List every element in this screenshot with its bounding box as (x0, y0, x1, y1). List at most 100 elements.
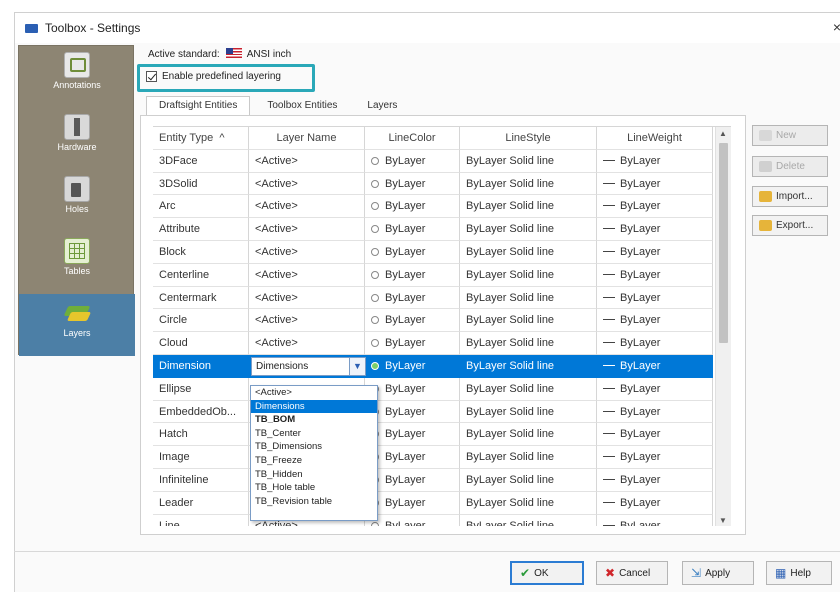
entity-type-cell[interactable]: Dimension (153, 355, 249, 378)
layer-name-combobox[interactable]: Dimensions ▼ (251, 357, 366, 376)
nav-item-layers[interactable]: Layers (19, 294, 135, 356)
line-style-cell[interactable]: ByLayer Solid line (460, 286, 597, 310)
layer-name-cell[interactable]: <Active> (249, 149, 365, 173)
line-weight-cell[interactable]: ByLayer (597, 469, 713, 492)
line-weight-cell[interactable]: ByLayer (597, 377, 713, 401)
table-row[interactable]: EmbeddedOb... ByLayer ByLayer Solid line By… (153, 400, 713, 424)
column-header-line-style[interactable]: LineStyle (460, 127, 597, 150)
table-row[interactable]: Centermark <Active> ByLayer ByLayer Solid l… (153, 286, 713, 310)
entity-type-cell[interactable]: Circle (153, 309, 249, 333)
line-weight-cell[interactable]: ByLayer (597, 263, 713, 287)
table-row[interactable]: Arc <Active> ByLayer ByLayer Solid line ByLa… (153, 195, 713, 219)
delete-button[interactable]: Delete (752, 156, 828, 177)
line-weight-cell[interactable]: ByLayer (597, 423, 713, 447)
line-color-cell[interactable]: ByLayer (365, 514, 460, 526)
line-color-cell[interactable]: ByLayer (365, 172, 460, 196)
nav-item-annotations[interactable]: Annotations (19, 46, 135, 108)
line-weight-cell[interactable]: ByLayer (597, 241, 713, 264)
line-weight-cell[interactable]: ByLayer (597, 149, 713, 173)
cancel-button[interactable]: ✖ Cancel (596, 561, 668, 585)
line-color-cell[interactable]: ByLayer (365, 309, 460, 333)
line-style-cell[interactable]: ByLayer Solid line (460, 195, 597, 219)
dropdown-option[interactable]: Dimensions (251, 399, 377, 414)
table-row[interactable]: Circle <Active> ByLayer ByLayer Solid line B… (153, 309, 713, 333)
column-header-layer-name[interactable]: Layer Name (249, 127, 365, 150)
column-header-line-color[interactable]: LineColor (365, 127, 460, 150)
nav-item-tables[interactable]: Tables (19, 232, 135, 294)
column-header-line-weight[interactable]: LineWeight (597, 127, 713, 150)
line-color-cell[interactable]: ByLayer (365, 377, 460, 401)
layer-name-cell[interactable]: <Active> (249, 241, 365, 264)
dropdown-option[interactable]: TB_BOM (251, 413, 377, 427)
line-style-cell[interactable]: ByLayer Solid line (460, 241, 597, 264)
line-color-cell[interactable]: ByLayer (365, 241, 460, 264)
line-style-cell[interactable]: ByLayer Solid line (460, 149, 597, 173)
export-button[interactable]: Export... (752, 215, 828, 236)
layer-name-cell[interactable]: <Active> (249, 286, 365, 310)
chevron-down-icon[interactable]: ▼ (349, 358, 365, 375)
layer-name-cell[interactable]: <Active> (249, 172, 365, 196)
scroll-up-icon[interactable]: ▲ (719, 129, 727, 138)
table-row[interactable]: Attribute <Active> ByLayer ByLayer Solid li… (153, 218, 713, 241)
line-color-cell[interactable]: ByLayer (365, 286, 460, 310)
entity-type-cell[interactable]: Attribute (153, 218, 249, 241)
layer-name-cell[interactable]: <Active> (249, 332, 365, 355)
layer-name-cell[interactable]: <Active> (249, 218, 365, 241)
line-style-cell[interactable]: ByLayer Solid line (460, 377, 597, 401)
entity-type-cell[interactable]: Leader (153, 491, 249, 515)
tab-draftsight-entities[interactable]: Draftsight Entities (146, 96, 251, 116)
entity-type-cell[interactable]: Centermark (153, 286, 249, 310)
line-style-cell[interactable]: ByLayer Solid line (460, 263, 597, 287)
entity-type-cell[interactable]: Block (153, 241, 249, 264)
dropdown-option[interactable]: <Active> (251, 386, 377, 400)
scroll-down-icon[interactable]: ▼ (719, 516, 727, 525)
enable-layering-checkbox[interactable] (146, 71, 157, 82)
entity-type-cell[interactable]: Arc (153, 195, 249, 219)
line-color-cell[interactable]: ByLayer (365, 195, 460, 219)
entity-type-cell[interactable]: EmbeddedOb... (153, 400, 249, 424)
table-row[interactable]: 3DFace <Active> ByLayer ByLayer Solid line B… (153, 149, 713, 173)
entity-type-cell[interactable]: Hatch (153, 423, 249, 447)
ok-button[interactable]: ✔ OK (510, 561, 584, 585)
entity-type-cell[interactable]: Image (153, 446, 249, 469)
line-weight-cell[interactable]: ByLayer (597, 172, 713, 196)
apply-button[interactable]: ⇲ Apply (682, 561, 754, 585)
line-color-cell[interactable]: ByLayer (365, 400, 460, 424)
table-row[interactable]: Dimension ByLayer ByLayer Solid line ByLaye… (153, 355, 713, 378)
line-weight-cell[interactable]: ByLayer (597, 514, 713, 526)
layer-dropdown-list[interactable]: <Active> Dimensions TB_BOM TB_Center TB_Dime… (250, 385, 378, 521)
layer-name-cell[interactable]: <Active> (249, 309, 365, 333)
line-style-cell[interactable]: ByLayer Solid line (460, 332, 597, 355)
layer-name-cell[interactable]: <Active> (249, 195, 365, 219)
help-button[interactable]: ▦ Help (766, 561, 832, 585)
line-color-cell[interactable]: ByLayer (365, 423, 460, 447)
nav-item-hardware[interactable]: Hardware (19, 108, 135, 170)
table-row[interactable]: Image ByLayer ByLayer Solid line ByLayer (153, 446, 713, 469)
entity-type-cell[interactable]: 3DFace (153, 149, 249, 173)
grid-scrollbar[interactable]: ▲ ▼ (715, 127, 731, 526)
entity-type-cell[interactable]: 3DSolid (153, 172, 249, 196)
line-color-cell[interactable]: ByLayer (365, 491, 460, 515)
enable-layering-option[interactable]: Enable predefined layering (146, 71, 281, 82)
table-row[interactable]: Leader ByLayer ByLayer Solid line ByLayer (153, 491, 713, 515)
tab-toolbox-entities[interactable]: Toolbox Entities (254, 96, 350, 116)
line-color-cell[interactable]: ByLayer (365, 263, 460, 287)
line-style-cell[interactable]: ByLayer Solid line (460, 446, 597, 469)
line-color-cell[interactable]: ByLayer (365, 218, 460, 241)
table-row[interactable]: Cloud <Active> ByLayer ByLayer Solid line By… (153, 332, 713, 355)
line-style-cell[interactable]: ByLayer Solid line (460, 218, 597, 241)
nav-item-holes[interactable]: Holes (19, 170, 135, 232)
entity-type-cell[interactable]: Line (153, 514, 249, 526)
dropdown-option[interactable]: TB_Center (251, 427, 377, 441)
line-style-cell[interactable]: ByLayer Solid line (460, 491, 597, 515)
dropdown-option[interactable]: TB_Freeze (251, 454, 377, 468)
close-icon[interactable]: × (833, 19, 840, 35)
line-color-cell[interactable]: ByLayer (365, 469, 460, 492)
line-weight-cell[interactable]: ByLayer (597, 332, 713, 355)
line-style-cell[interactable]: ByLayer Solid line (460, 355, 597, 378)
line-style-cell[interactable]: ByLayer Solid line (460, 400, 597, 424)
line-style-cell[interactable]: ByLayer Solid line (460, 172, 597, 196)
line-color-cell[interactable]: ByLayer (365, 446, 460, 469)
layer-name-cell[interactable]: <Active> (249, 263, 365, 287)
line-style-cell[interactable]: ByLayer Solid line (460, 514, 597, 526)
